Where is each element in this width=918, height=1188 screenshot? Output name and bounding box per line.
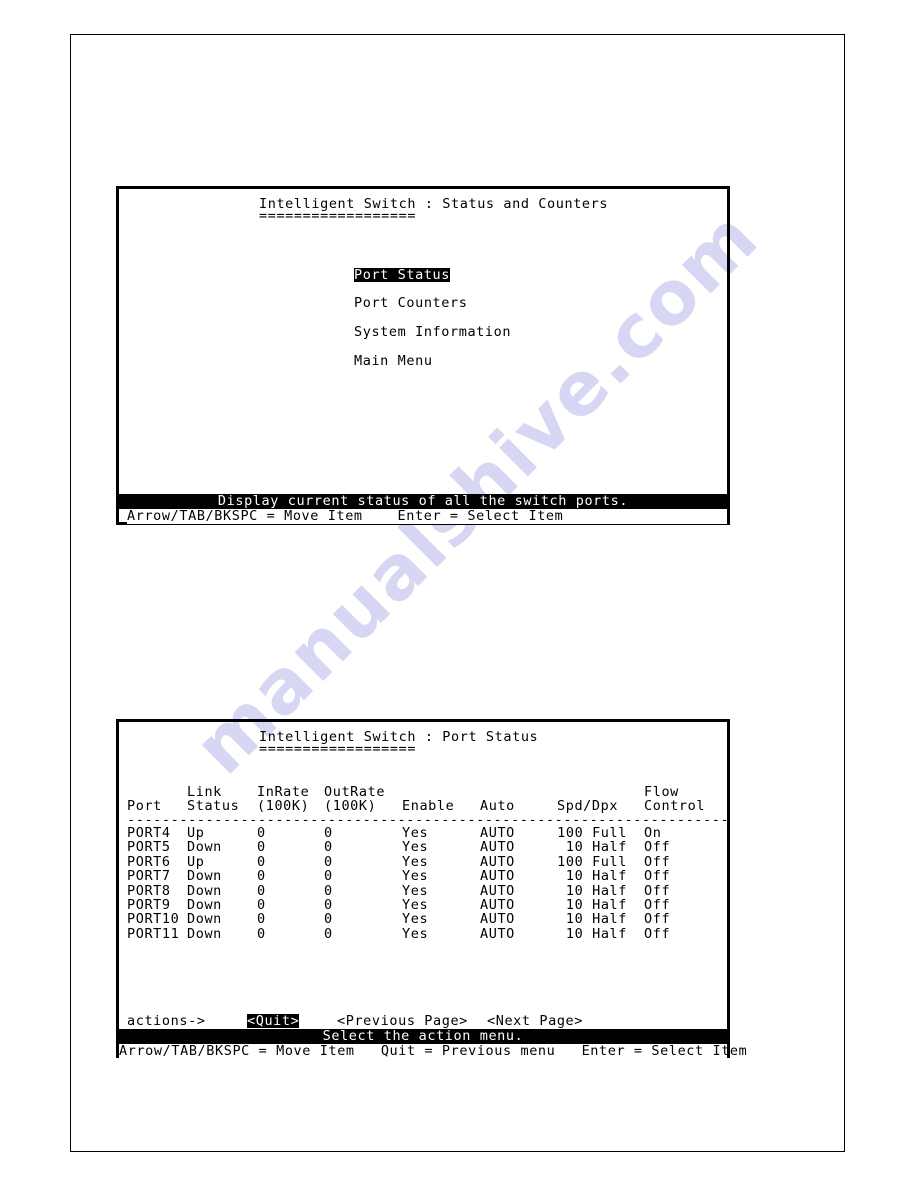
- cell-out-rate: 0: [324, 897, 333, 913]
- cell-in-rate: 0: [257, 897, 266, 913]
- cell-spd-dpx: 10 Half: [565, 897, 627, 913]
- cell-in-rate: 0: [257, 925, 266, 942]
- menu-item-main-menu[interactable]: Main Menu: [354, 354, 433, 369]
- menu-item-port-counters[interactable]: Port Counters: [354, 296, 467, 311]
- cell-auto: AUTO: [480, 882, 515, 899]
- cell-in-rate: 0: [257, 882, 266, 899]
- cell-in-rate: 0: [257, 853, 266, 870]
- cell-port: PORT6: [127, 853, 171, 870]
- help-line: Arrow/TAB/BKSPC = Move Item Quit = Previ…: [119, 1043, 748, 1059]
- cell-flow-control: Off: [644, 897, 671, 913]
- cell-enable: Yes: [402, 825, 429, 841]
- terminal-screen-port-status: Intelligent Switch : Port Status =======…: [116, 719, 747, 1059]
- cell-port: PORT10: [127, 911, 180, 928]
- cell-flow-control: Off: [644, 925, 671, 942]
- screen-title-underline: ==================: [259, 208, 417, 224]
- action-quit[interactable]: <Quit>: [247, 1014, 300, 1028]
- cell-enable: Yes: [402, 868, 429, 885]
- cell-spd-dpx: 10 Half: [565, 911, 627, 928]
- screen-body: Intelligent Switch : Status and Counters…: [119, 189, 727, 524]
- cell-flow-control: Off: [644, 839, 671, 856]
- cell-out-rate: 0: [324, 925, 333, 942]
- cell-out-rate: 0: [324, 882, 333, 899]
- cell-out-rate: 0: [324, 853, 333, 870]
- cell-enable: Yes: [402, 853, 429, 870]
- status-bar: Display current status of all the switch…: [119, 494, 727, 509]
- cell-spd-dpx: 10 Half: [565, 882, 627, 899]
- cell-out-rate: 0: [324, 839, 333, 856]
- action-previous-page[interactable]: <Previous Page>: [337, 1014, 468, 1029]
- cell-out-rate: 0: [324, 911, 333, 928]
- cell-link-status: Down: [187, 925, 222, 942]
- cell-spd-dpx: 100 Full: [557, 853, 627, 870]
- cell-in-rate: 0: [257, 839, 266, 856]
- cell-port: PORT11: [127, 925, 180, 942]
- cell-auto: AUTO: [480, 868, 515, 885]
- cell-out-rate: 0: [324, 868, 333, 885]
- cell-spd-dpx: 10 Half: [565, 839, 627, 856]
- cell-auto: AUTO: [480, 825, 515, 841]
- cell-port: PORT7: [127, 868, 171, 885]
- cell-link-status: Down: [187, 911, 222, 928]
- status-bar: Select the action menu.: [119, 1029, 727, 1044]
- cell-enable: Yes: [402, 911, 429, 928]
- cell-link-status: Down: [187, 868, 222, 885]
- cell-auto: AUTO: [480, 853, 515, 870]
- terminal-screen-status-and-counters: Intelligent Switch : Status and Counters…: [116, 186, 730, 525]
- cell-auto: AUTO: [480, 911, 515, 928]
- cell-link-status: Down: [187, 897, 222, 913]
- cell-link-status: Down: [187, 882, 222, 899]
- cell-spd-dpx: 10 Half: [565, 868, 627, 885]
- cell-spd-dpx: 10 Half: [565, 925, 627, 942]
- cell-enable: Yes: [402, 839, 429, 856]
- cell-spd-dpx: 100 Full: [557, 825, 627, 841]
- cell-flow-control: On: [644, 825, 662, 841]
- cell-out-rate: 0: [324, 825, 333, 841]
- cell-link-status: Down: [187, 839, 222, 856]
- cell-enable: Yes: [402, 897, 429, 913]
- cell-link-status: Up: [187, 853, 205, 870]
- cell-in-rate: 0: [257, 911, 266, 928]
- cell-port: PORT5: [127, 839, 171, 856]
- help-line: Arrow/TAB/BKSPC = Move Item Enter = Sele…: [127, 509, 727, 524]
- action-next-page[interactable]: <Next Page>: [487, 1014, 583, 1029]
- cell-flow-control: Off: [644, 853, 671, 870]
- cell-auto: AUTO: [480, 839, 515, 856]
- cell-auto: AUTO: [480, 897, 515, 913]
- cell-link-status: Up: [187, 825, 205, 841]
- screen-body: Intelligent Switch : Port Status =======…: [119, 722, 747, 1059]
- cell-port: PORT4: [127, 825, 171, 841]
- cell-enable: Yes: [402, 925, 429, 942]
- cell-in-rate: 0: [257, 825, 266, 841]
- cell-flow-control: Off: [644, 882, 671, 899]
- screen-title-underline: ==================: [259, 741, 417, 757]
- cell-auto: AUTO: [480, 925, 515, 942]
- actions-label: actions->: [127, 1013, 206, 1029]
- cell-flow-control: Off: [644, 868, 671, 885]
- menu-item-system-information[interactable]: System Information: [354, 325, 511, 340]
- cell-port: PORT9: [127, 897, 171, 913]
- menu-item-port-status[interactable]: Port Status: [354, 268, 451, 282]
- cell-enable: Yes: [402, 882, 429, 899]
- cell-flow-control: Off: [644, 911, 671, 928]
- cell-in-rate: 0: [257, 868, 266, 885]
- actions-bar: actions-> <Quit> <Previous Page> <Next Page…: [127, 1013, 582, 1029]
- cell-port: PORT8: [127, 882, 171, 899]
